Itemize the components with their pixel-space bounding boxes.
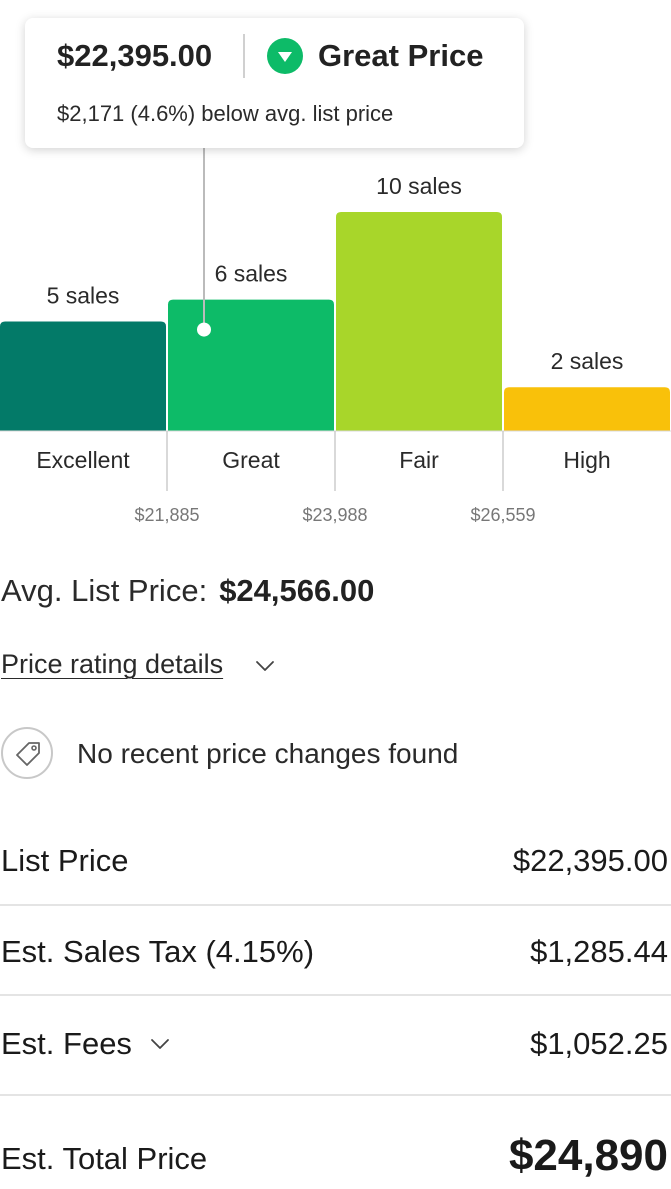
chevron-down-icon[interactable] [150, 1038, 170, 1050]
threshold-label: $26,559 [470, 505, 535, 525]
category-label-high: High [563, 447, 610, 473]
price-rating-details-label: Price rating details [1, 649, 224, 679]
price-rating-details-link[interactable]: Price rating details [1, 649, 223, 680]
tooltip-subtext: $2,171 (4.6%) below avg. list price [57, 101, 394, 126]
bar-high[interactable] [504, 387, 670, 431]
category-label-great: Great [222, 447, 280, 473]
sales-tax-value: $1,285.44 [530, 934, 668, 969]
price-analysis-page: 5 sales Excellent 6 sales Great 10 sales Fair… [0, 0, 671, 1189]
data-label-high: 2 sales [551, 348, 624, 374]
data-label-excellent: 5 sales [47, 283, 120, 309]
data-label-great: 6 sales [215, 261, 288, 287]
price-tag-icon [1, 727, 53, 779]
list-price-label: List Price [1, 843, 129, 878]
price-changes-text: No recent price changes found [77, 738, 459, 769]
tooltip-divider [243, 34, 245, 78]
sales-tax-label: Est. Sales Tax (4.15%) [1, 934, 315, 969]
avg-list-price-value: $24,566.00 [219, 573, 375, 608]
threshold-label: $21,885 [134, 505, 199, 525]
avg-list-price: Avg. List Price: $24,566.00 [1, 573, 374, 609]
current-price-marker [197, 322, 211, 337]
list-price-row: List Price $22,395.00 [0, 816, 671, 906]
fees-label[interactable]: Est. Fees [1, 1026, 132, 1062]
bar-excellent[interactable] [0, 321, 166, 432]
total-price-label: Est. Total Price [1, 1141, 208, 1176]
bar-great[interactable] [168, 299, 334, 431]
total-price-value: $24,890 [508, 1131, 668, 1180]
threshold-label: $23,988 [302, 505, 367, 525]
triangle-down-icon [267, 38, 303, 74]
chevron-down-icon[interactable] [255, 660, 275, 672]
tooltip-price: $22,395.00 [57, 38, 213, 73]
category-label-excellent: Excellent [36, 447, 130, 473]
list-price-value: $22,395.00 [512, 843, 668, 878]
bar-fair[interactable] [336, 212, 502, 431]
category-label-fair: Fair [399, 447, 439, 473]
avg-list-price-label: Avg. List Price: [1, 573, 208, 608]
fees-row[interactable]: Est. Fees $1,052.25 [0, 996, 671, 1086]
price-tooltip: $22,395.00 Great Price $2,171 (4.6%) bel… [25, 18, 524, 148]
fees-value: $1,052.25 [530, 1026, 668, 1061]
tooltip-rating: Great Price [318, 38, 484, 73]
total-price-row: Est. Total Price $24,890 [0, 1096, 671, 1186]
sales-tax-row: Est. Sales Tax (4.15%) $1,285.44 [0, 906, 671, 996]
data-label-fair: 10 sales [376, 173, 462, 199]
